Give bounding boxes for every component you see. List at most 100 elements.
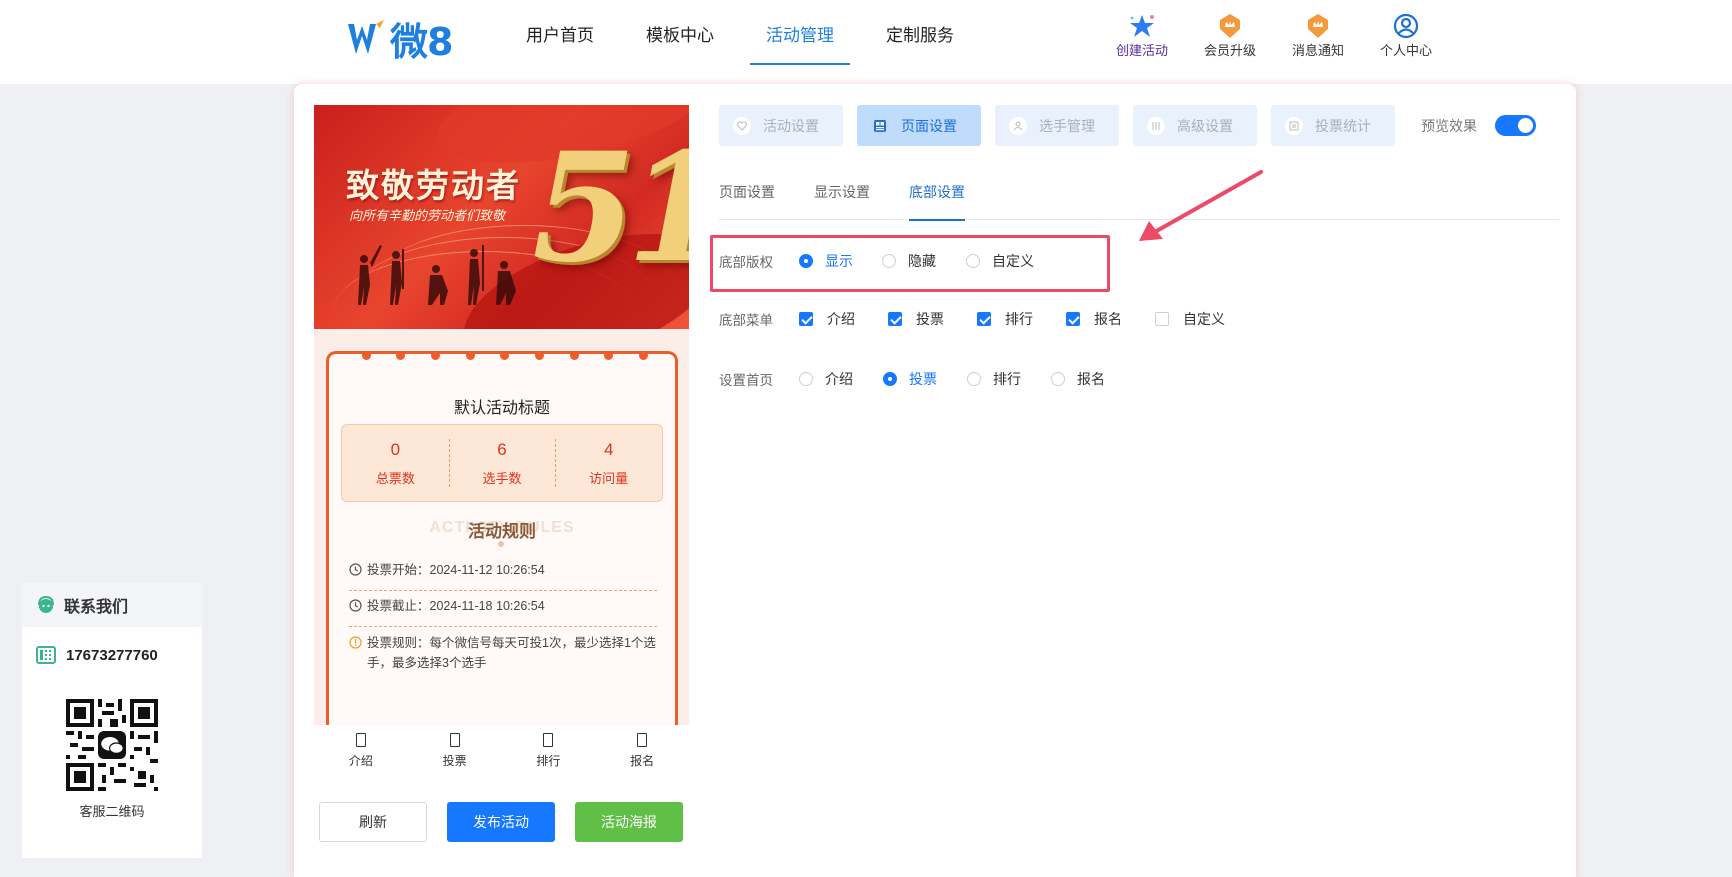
radio-home-signup[interactable]: 报名 bbox=[1051, 369, 1105, 389]
tab-label: 高级设置 bbox=[1177, 117, 1233, 134]
contact-phone-number: 17673277760 bbox=[66, 646, 158, 664]
radio-dot bbox=[799, 372, 813, 386]
tabbar-item-rank[interactable]: 排行 bbox=[502, 725, 596, 781]
person-icon bbox=[1009, 116, 1027, 135]
stat-label: 总票数 bbox=[375, 470, 415, 486]
activity-card: 默认活动标题 0 总票数 6 选手数 4 访问量 ACTIVITY RULES … bbox=[326, 351, 678, 725]
preview-effect-label: 预览效果 bbox=[1421, 117, 1477, 134]
card-rings bbox=[329, 351, 681, 360]
radio-home-vote[interactable]: 投票 bbox=[883, 369, 937, 389]
stat-label: 选手数 bbox=[482, 470, 522, 486]
tab-label: 页面设置 bbox=[901, 117, 957, 134]
tabbar-label: 介绍 bbox=[348, 754, 373, 768]
subtab-page-settings[interactable]: 页面设置 bbox=[719, 179, 775, 220]
activity-stats: 0 总票数 6 选手数 4 访问量 bbox=[341, 424, 663, 502]
crown-badge-icon bbox=[1215, 12, 1245, 40]
subtab-footer-settings[interactable]: 底部设置 bbox=[909, 179, 965, 221]
stat-visits: 4 访问量 bbox=[555, 425, 662, 501]
tab-label: 投票统计 bbox=[1315, 117, 1371, 134]
option-label: 排行 bbox=[993, 371, 1021, 387]
nav-item-user-home[interactable]: 用户首页 bbox=[500, 0, 620, 66]
notifications-label: 消息通知 bbox=[1291, 43, 1344, 58]
tabbar-item-signup[interactable]: 报名 bbox=[595, 725, 689, 781]
rule-text: 投票规则：每个微信号每天可投1次，最少选择1个选手，最多选择3个选手 bbox=[367, 636, 656, 670]
contact-phone-row: 17673277760 bbox=[22, 627, 202, 683]
stat-label: 访问量 bbox=[589, 470, 629, 486]
checkbox-box bbox=[1155, 312, 1169, 326]
radio-home-rank[interactable]: 排行 bbox=[967, 369, 1021, 389]
option-label: 介绍 bbox=[827, 311, 855, 327]
binder-ring bbox=[361, 351, 371, 360]
option-label: 报名 bbox=[1077, 371, 1105, 387]
activity-card-area: 默认活动标题 0 总票数 6 选手数 4 访问量 ACTIVITY RULES … bbox=[314, 329, 689, 725]
tab-placeholder-icon bbox=[449, 733, 460, 747]
home-page-label: 设置首页 bbox=[719, 373, 773, 388]
tabbar-label: 排行 bbox=[536, 754, 561, 768]
checkbox-menu-vote[interactable]: 投票 bbox=[888, 309, 944, 329]
rule-vote-start: 投票开始：2024-11-12 10:26:54 bbox=[349, 560, 657, 580]
tab-placeholder-icon bbox=[543, 733, 554, 747]
qr-code-label: 客服二维码 bbox=[79, 804, 145, 819]
tab-advanced-settings[interactable]: 高级设置 bbox=[1133, 105, 1257, 146]
tabbar-label: 报名 bbox=[630, 754, 655, 768]
option-label: 自定义 bbox=[1183, 311, 1225, 327]
nav-item-template-center[interactable]: 模板中心 bbox=[620, 0, 740, 66]
stat-value: 4 bbox=[603, 439, 614, 459]
banner-title: 致敬劳动者 bbox=[346, 166, 521, 205]
main-nav: 用户首页 模板中心 活动管理 定制服务 bbox=[500, 0, 980, 66]
rule-divider bbox=[349, 590, 657, 591]
tab-contestant-management[interactable]: 选手管理 bbox=[995, 105, 1119, 146]
phone-icon bbox=[36, 645, 56, 665]
warning-icon bbox=[349, 636, 365, 649]
personal-center-label: 个人中心 bbox=[1379, 43, 1432, 58]
preview-effect-toggle[interactable] bbox=[1495, 115, 1536, 136]
rule-text: 投票截止：2024-11-18 10:26:54 bbox=[367, 599, 545, 613]
clock-icon bbox=[349, 599, 365, 612]
rules-heading-dot bbox=[498, 541, 504, 547]
binder-ring bbox=[535, 351, 545, 360]
subtab-display-settings[interactable]: 显示设置 bbox=[814, 179, 870, 220]
member-upgrade-button[interactable]: 会员升级 bbox=[1186, 12, 1274, 59]
checkbox-menu-signup[interactable]: 报名 bbox=[1066, 309, 1122, 329]
notifications-button[interactable]: 消息通知 bbox=[1274, 12, 1362, 59]
contact-card: 联系我们 17673277760 客服二维码 bbox=[22, 583, 202, 858]
nav-item-activity-management[interactable]: 活动管理 bbox=[740, 0, 860, 66]
checkbox-box bbox=[1066, 312, 1080, 326]
brand-logo[interactable]: 微8 bbox=[346, 14, 456, 64]
contact-title: 联系我们 bbox=[64, 599, 129, 616]
option-label: 投票 bbox=[909, 371, 937, 387]
clock-icon bbox=[349, 563, 365, 576]
qr-code-image bbox=[66, 699, 158, 791]
create-activity-label: 创建活动 bbox=[1115, 43, 1168, 58]
bell-badge-icon bbox=[1303, 12, 1333, 40]
radio-dot bbox=[967, 372, 981, 386]
top-actions: 创建活动 会员升级 消息通知 个人中心 bbox=[1098, 12, 1450, 59]
customer-service-icon bbox=[36, 595, 56, 615]
rules-heading-text: 活动规则 bbox=[468, 522, 536, 541]
top-navbar: 微8 用户首页 模板中心 活动管理 定制服务 创建活动 会员升级 消息通知 个人… bbox=[0, 0, 1732, 84]
checkbox-menu-custom[interactable]: 自定义 bbox=[1155, 309, 1225, 329]
tab-vote-statistics[interactable]: 投票统计 bbox=[1271, 105, 1395, 146]
publish-activity-button[interactable]: 发布活动 bbox=[447, 802, 555, 842]
banner-subtitle: 向所有辛勤的劳动者们致敬 bbox=[349, 209, 506, 224]
create-activity-button[interactable]: 创建活动 bbox=[1098, 12, 1186, 59]
personal-center-button[interactable]: 个人中心 bbox=[1362, 12, 1450, 59]
checkbox-box bbox=[799, 312, 813, 326]
checkbox-menu-intro[interactable]: 介绍 bbox=[799, 309, 855, 329]
binder-ring bbox=[465, 351, 475, 360]
sliders-icon bbox=[1147, 116, 1165, 135]
tabbar-item-vote[interactable]: 投票 bbox=[408, 725, 502, 781]
main-panel: 51 致敬劳动者 向所有辛勤的劳动者们致敬 默认活 bbox=[294, 84, 1576, 877]
rule-vote-end: 投票截止：2024-11-18 10:26:54 bbox=[349, 596, 657, 616]
stat-value: 6 bbox=[497, 439, 507, 459]
tabbar-item-intro[interactable]: 介绍 bbox=[314, 725, 408, 781]
radio-dot bbox=[1051, 372, 1065, 386]
workers-silhouette-icon bbox=[358, 245, 516, 305]
tab-activity-settings[interactable]: 活动设置 bbox=[719, 105, 843, 146]
checkbox-menu-rank[interactable]: 排行 bbox=[977, 309, 1033, 329]
tab-page-settings[interactable]: 页面设置 bbox=[857, 105, 981, 146]
activity-poster-button[interactable]: 活动海报 bbox=[575, 802, 683, 842]
refresh-button[interactable]: 刷新 bbox=[319, 802, 427, 842]
radio-home-intro[interactable]: 介绍 bbox=[799, 369, 853, 389]
nav-item-custom-service[interactable]: 定制服务 bbox=[860, 0, 980, 66]
